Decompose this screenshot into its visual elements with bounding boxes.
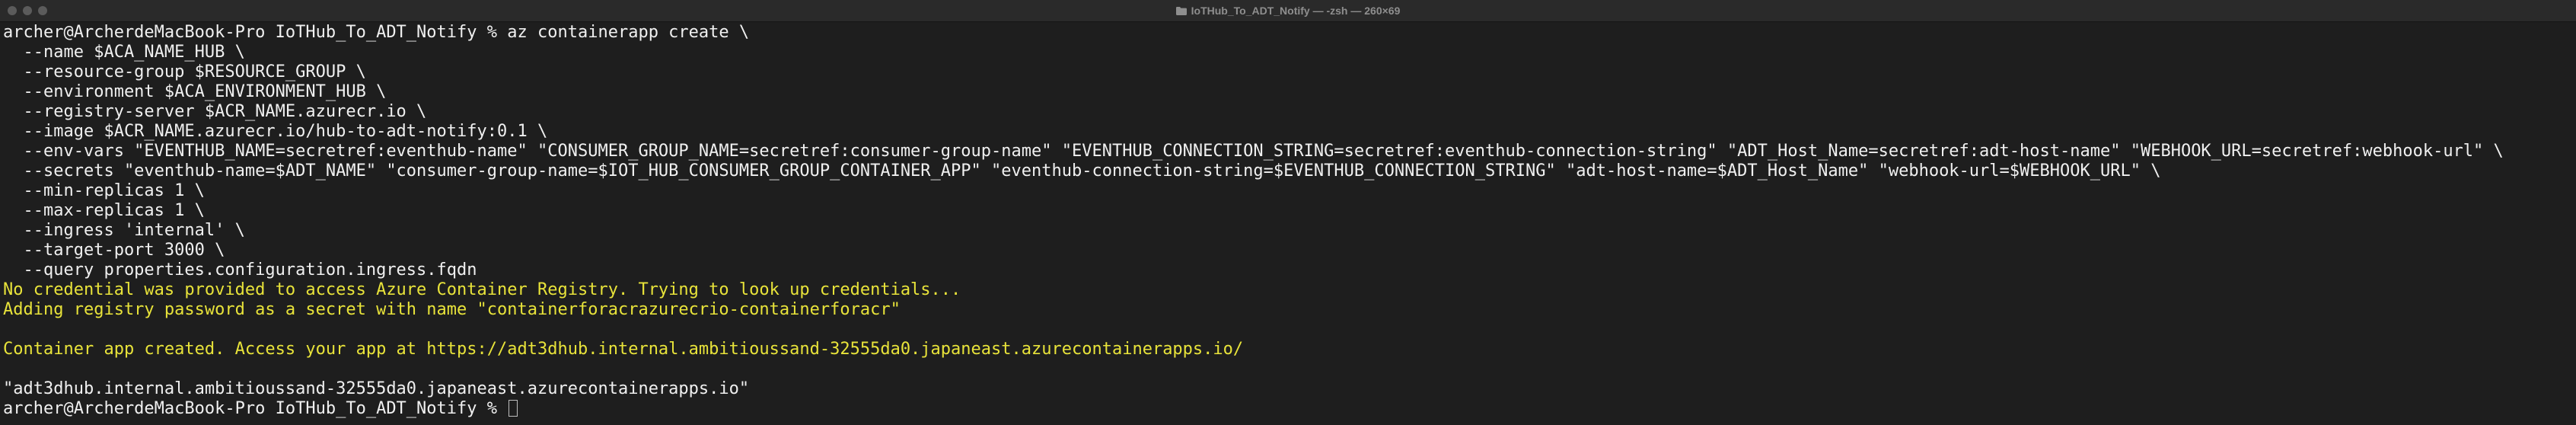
result-line: "adt3dhub.internal.ambitioussand-32555da… [3,379,750,398]
terminal-line: --query properties.configuration.ingress… [3,260,477,280]
terminal-line: archer@ArcherdeMacBook-Pro IoTHub_To_ADT… [3,23,750,42]
prompt-text: archer@ArcherdeMacBook-Pro IoTHub_To_ADT… [3,399,508,418]
terminal-window: IoTHub_To_ADT_Notify — -zsh — 260×69 arc… [0,0,2576,425]
terminal-line: --secrets "eventhub-name=$ADT_NAME" "con… [3,161,2161,181]
terminal-output[interactable]: archer@ArcherdeMacBook-Pro IoTHub_To_ADT… [0,23,2576,425]
terminal-line: --image $ACR_NAME.azurecr.io/hub-to-adt-… [3,122,548,141]
window-title: IoTHub_To_ADT_Notify — -zsh — 260×69 [1191,5,1401,17]
title-bar: IoTHub_To_ADT_Notify — -zsh — 260×69 [0,0,2576,22]
success-line: Container app created. Access your app a… [3,340,1244,359]
warning-line: No credential was provided to access Azu… [3,280,961,299]
terminal-line: --min-replicas 1 \ [3,181,205,200]
terminal-line: --registry-server $ACR_NAME.azurecr.io \ [3,102,427,121]
cursor [509,400,518,417]
terminal-line: --max-replicas 1 \ [3,201,205,220]
window-title-group: IoTHub_To_ADT_Notify — -zsh — 260×69 [0,0,2576,21]
warning-line: Adding registry password as a secret wit… [3,300,901,319]
terminal-line: --ingress 'internal' \ [3,221,245,240]
prompt-line[interactable]: archer@ArcherdeMacBook-Pro IoTHub_To_ADT… [3,399,2573,419]
terminal-line: --env-vars "EVENTHUB_NAME=secretref:even… [3,142,2504,161]
terminal-line: --name $ACA_NAME_HUB \ [3,43,245,62]
terminal-line: --target-port 3000 \ [3,241,225,260]
terminal-line: --resource-group $RESOURCE_GROUP \ [3,62,366,81]
terminal-line: --environment $ACA_ENVIRONMENT_HUB \ [3,82,387,101]
folder-icon [1175,6,1187,15]
